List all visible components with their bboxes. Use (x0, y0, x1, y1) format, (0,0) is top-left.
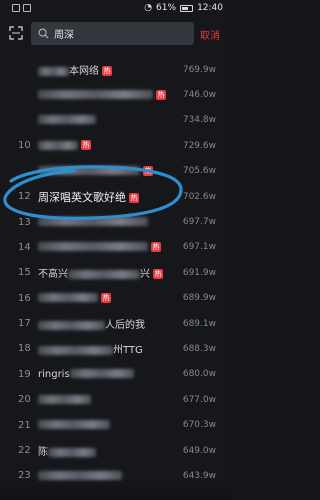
hot-badge-icon: 热 (129, 192, 139, 203)
list-item-title: ringris (38, 369, 134, 380)
hot-badge-icon: 热 (153, 269, 163, 280)
view-count: 769.9w (182, 64, 216, 75)
list-item-title (38, 115, 96, 126)
highlighted-list-item[interactable]: 12 周深唱英文歌好绝热 702.6w (0, 184, 231, 209)
view-count: 680.0w (182, 369, 216, 380)
list-item[interactable]: 本网络热 769.9w (0, 57, 231, 82)
notification-icon (12, 4, 20, 12)
view-count: 729.6w (182, 140, 216, 151)
list-item-title: 不高兴兴热 (38, 269, 163, 281)
view-count: 691.9w (182, 267, 216, 278)
rank: 17 (18, 318, 31, 330)
hot-badge-icon: 热 (81, 140, 91, 151)
list-item-title (38, 394, 91, 405)
view-count: 746.0w (182, 90, 216, 101)
view-count: 697.1w (182, 242, 216, 253)
list-item[interactable]: 10 热 729.6w (0, 133, 231, 158)
list-item[interactable]: 14 热 697.1w (0, 235, 231, 260)
list-item[interactable]: 13 697.7w (0, 209, 231, 234)
list-item-title: 本网络热 (38, 62, 112, 77)
rank: 12 (18, 191, 31, 203)
hot-badge-icon: 热 (151, 241, 161, 252)
view-count: 697.7w (182, 217, 216, 228)
search-query: 周深 (54, 30, 74, 41)
hot-badge-icon: 热 (102, 66, 112, 77)
scan-icon[interactable] (9, 26, 23, 40)
list-item[interactable]: 21 670.3w (0, 412, 231, 437)
rank: 20 (18, 394, 31, 406)
rank: 22 (18, 445, 31, 457)
rank: 21 (18, 419, 31, 431)
rank: 13 (18, 216, 31, 228)
list-item-title: 热 (38, 89, 166, 101)
rank: 19 (18, 368, 31, 380)
list-item-title (38, 217, 148, 228)
list-item-title: 周深唱英文歌好绝热 (38, 190, 139, 204)
list-item[interactable]: 热 705.6w (0, 159, 231, 184)
list-item[interactable]: 热 746.0w (0, 82, 231, 107)
view-count: 649.0w (182, 445, 216, 456)
list-item[interactable]: 15 不高兴兴热 691.9w (0, 260, 231, 285)
list-item-title: 人后的我 (38, 316, 145, 331)
view-count: 702.6w (182, 191, 216, 202)
wifi-icon: ◔ (144, 3, 153, 13)
view-count: 677.0w (182, 394, 216, 405)
rank: 14 (18, 241, 31, 253)
list-item[interactable]: 17 人后的我 689.1w (0, 311, 231, 336)
hot-badge-icon: 热 (143, 165, 153, 176)
rank: 10 (18, 140, 31, 152)
search-input[interactable]: 周深 (31, 22, 194, 45)
list-item[interactable]: 22 陈 649.0w (0, 438, 231, 463)
list-item[interactable]: 18 州TTG 688.3w (0, 336, 231, 361)
view-count: 689.1w (182, 318, 216, 329)
list-item-title: 陈 (38, 443, 96, 458)
hot-badge-icon: 热 (101, 292, 111, 303)
search-result-list: 本网络热 769.9w 热 746.0w 734.8w 10 热 729.6w … (0, 57, 231, 489)
list-item-title: 热 (38, 292, 111, 304)
app-icon (23, 4, 31, 12)
search-icon (38, 28, 49, 39)
list-item[interactable]: 19 ringris 680.0w (0, 362, 231, 387)
view-count: 689.9w (182, 293, 216, 304)
phone-screen: ◔ 61% 12:40 周深 取消 本网络热 769.9w 热 746.0w 7… (0, 0, 231, 500)
status-icons-right: ◔ 61% 12:40 (144, 3, 223, 13)
search-header: 周深 取消 (0, 20, 231, 48)
list-item-title: 热 (38, 140, 91, 151)
list-item-title: 州TTG (38, 341, 143, 356)
list-item-title: 热 (38, 241, 161, 253)
view-count: 705.6w (182, 166, 216, 177)
list-item[interactable]: 20 677.0w (0, 387, 231, 412)
list-item-title (38, 420, 110, 431)
clock: 12:40 (197, 3, 223, 13)
battery-icon (180, 4, 194, 12)
status-bar: ◔ 61% 12:40 (0, 0, 231, 18)
rank: 18 (18, 343, 31, 355)
hot-badge-icon: 热 (156, 89, 166, 100)
list-item[interactable]: 734.8w (0, 108, 231, 133)
view-count: 734.8w (182, 115, 216, 126)
view-count: 688.3w (182, 343, 216, 354)
bottom-fade (0, 480, 231, 500)
rank: 15 (18, 267, 31, 279)
rank: 16 (18, 292, 31, 304)
view-count: 670.3w (182, 420, 216, 431)
battery-percent: 61% (156, 3, 177, 13)
status-icons-left (12, 4, 31, 12)
cancel-button[interactable]: 取消 (200, 27, 220, 42)
list-item[interactable]: 16 热 689.9w (0, 286, 231, 311)
list-item-title: 热 (38, 165, 153, 177)
